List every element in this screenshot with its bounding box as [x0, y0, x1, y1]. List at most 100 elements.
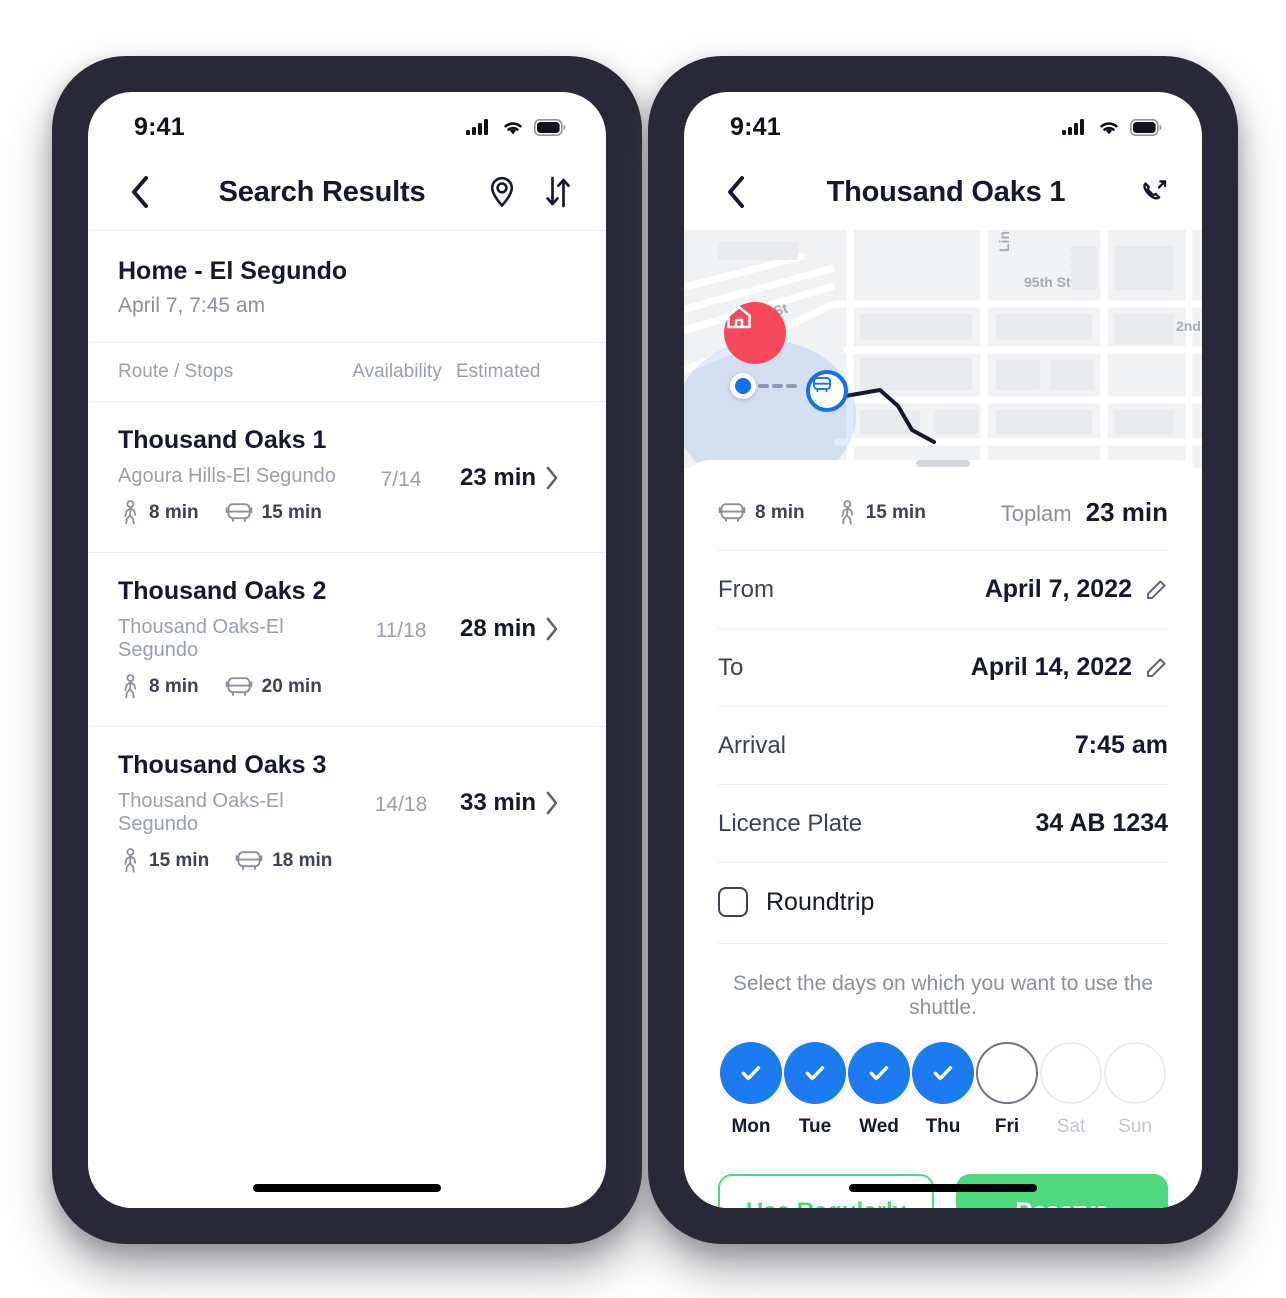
route-info: Thousand Oaks 3 Thousand Oaks-El Segundo…	[118, 751, 342, 874]
bus-icon	[225, 503, 252, 522]
day-toggle-wed[interactable]	[848, 1042, 910, 1104]
walk-time: 8 min	[149, 502, 199, 523]
bus-glyph-icon	[812, 376, 832, 393]
day-toggle-fri[interactable]	[976, 1042, 1038, 1104]
route-availability: 14/18	[374, 793, 428, 816]
route-map[interactable]: Lingan Rd 95th St 102nd St 2nd	[684, 230, 1202, 468]
detail-row-arrival: Arrival 7:45 am	[718, 706, 1168, 784]
route-estimated-value: 23 min	[460, 464, 537, 491]
day-label: Thu	[925, 1116, 961, 1137]
battery-icon	[534, 118, 566, 136]
day-option-mon[interactable]: Mon	[720, 1042, 782, 1138]
bus-leg: 20 min	[225, 674, 322, 700]
cellular-signal-icon	[466, 119, 488, 135]
left-nav-actions	[482, 172, 578, 212]
day-label: Tue	[798, 1116, 832, 1137]
day-option-thu[interactable]: Thu	[912, 1042, 974, 1138]
day-option-wed[interactable]: Wed	[848, 1042, 910, 1138]
day-label: Fri	[994, 1116, 1020, 1137]
bus-icon	[718, 502, 746, 522]
status-icons	[466, 118, 566, 136]
wifi-icon	[504, 122, 522, 135]
day-toggle-tue[interactable]	[784, 1042, 846, 1104]
day-toggle-thu[interactable]	[912, 1042, 974, 1104]
chevron-right-icon[interactable]	[544, 465, 560, 491]
day-toggle-sun	[1104, 1042, 1166, 1104]
table-row[interactable]: Thousand Oaks 3 Thousand Oaks-El Segundo…	[88, 727, 606, 900]
bus-leg: 15 min	[225, 500, 322, 526]
map-pin-icon	[490, 176, 514, 208]
route-estimated-value: 33 min	[460, 789, 537, 816]
sort-button[interactable]	[538, 172, 578, 212]
detail-value-wrap: April 7, 2022	[985, 575, 1168, 604]
walking-person-icon	[124, 674, 137, 699]
back-button-right[interactable]	[714, 170, 758, 214]
bus-time: 18 min	[272, 850, 333, 871]
status-bar-right: 9:41	[684, 92, 1202, 154]
detail-row-to[interactable]: To April 14, 2022	[718, 628, 1168, 706]
summary-walk-time: 15 min	[865, 501, 926, 523]
sort-arrows-icon	[546, 176, 570, 208]
pencil-icon[interactable]	[1144, 656, 1168, 680]
check-icon	[741, 1066, 761, 1081]
total-label: Toplam	[1000, 501, 1072, 526]
roundtrip-checkbox[interactable]	[718, 887, 748, 917]
trip-summary-header: Home - El Segundo April 7, 7:45 am	[88, 231, 606, 342]
detail-label: From	[718, 575, 774, 603]
home-pin-icon[interactable]	[724, 302, 786, 364]
bus-time: 20 min	[261, 676, 322, 697]
bus-marker-icon[interactable]	[806, 370, 848, 412]
status-time: 9:41	[134, 112, 185, 141]
route-availability: 7/14	[380, 468, 422, 491]
detail-value: 7:45 am	[1074, 731, 1168, 759]
status-icons	[1062, 118, 1162, 136]
detail-row-from[interactable]: From April 7, 2022	[718, 550, 1168, 628]
detail-value: April 14, 2022	[970, 653, 1132, 681]
route-availability: 11/18	[375, 619, 427, 642]
call-driver-button[interactable]	[1134, 172, 1174, 212]
bus-leg: 18 min	[235, 848, 332, 874]
check-icon	[933, 1066, 953, 1081]
table-row[interactable]: Thousand Oaks 2 Thousand Oaks-El Segundo…	[88, 553, 606, 726]
day-option-fri[interactable]: Fri	[976, 1042, 1038, 1138]
route-stops: Thousand Oaks-El Segundo	[118, 616, 284, 661]
day-option-sun: Sun	[1104, 1042, 1166, 1138]
back-button-left[interactable]	[118, 170, 162, 214]
route-info: Thousand Oaks 1 Agoura Hills-El Segundo …	[118, 426, 342, 526]
check-icon	[869, 1066, 889, 1081]
right-phone-device: 9:41 Thousand Oaks 1 95th St St 2nd 8 mi…	[648, 56, 1238, 1244]
route-legs: 15 min 18 min	[118, 848, 342, 874]
trip-datetime: April 7, 7:45 am	[118, 294, 266, 317]
left-phone-device: 9:41 Search Results Home - El Segundo Ap…	[52, 56, 642, 1244]
home-indicator-left	[253, 1184, 441, 1192]
status-bar-left: 9:41	[88, 92, 606, 154]
detail-label: To	[718, 653, 744, 681]
battery-icon	[1130, 118, 1162, 136]
days-hint-text: Select the days on which you want to use…	[718, 943, 1168, 1042]
home-indicator-right	[849, 1184, 1037, 1192]
walk-leg: 15 min	[835, 499, 926, 526]
results-column-headers: Route / Stops Availability Estimated	[88, 343, 606, 401]
roundtrip-row[interactable]: Roundtrip	[718, 862, 1168, 943]
route-name: Thousand Oaks 3	[118, 751, 327, 779]
right-nav-actions	[1134, 172, 1174, 212]
route-name: Thousand Oaks 2	[118, 577, 327, 605]
street-label: 95th St	[1024, 274, 1071, 290]
table-row[interactable]: Thousand Oaks 1 Agoura Hills-El Segundo …	[88, 402, 606, 552]
walking-person-icon	[124, 848, 137, 873]
day-option-tue[interactable]: Tue	[784, 1042, 846, 1138]
detail-value-wrap: April 14, 2022	[971, 653, 1168, 682]
bus-leg: 8 min	[718, 500, 805, 526]
map-pin-button[interactable]	[482, 172, 522, 212]
pencil-icon[interactable]	[1144, 578, 1168, 602]
sheet-drag-handle[interactable]	[916, 460, 970, 467]
route-estimated-value: 28 min	[460, 615, 537, 642]
day-toggle-mon[interactable]	[720, 1042, 782, 1104]
wifi-icon	[1100, 122, 1118, 135]
route-name: Thousand Oaks 1	[118, 426, 327, 454]
chevron-right-icon[interactable]	[544, 790, 560, 816]
left-nav-bar: Search Results	[88, 154, 606, 230]
chevron-right-icon[interactable]	[544, 616, 560, 642]
walking-person-icon	[124, 500, 137, 525]
left-phone-screen: 9:41 Search Results Home - El Segundo Ap…	[88, 92, 606, 1208]
